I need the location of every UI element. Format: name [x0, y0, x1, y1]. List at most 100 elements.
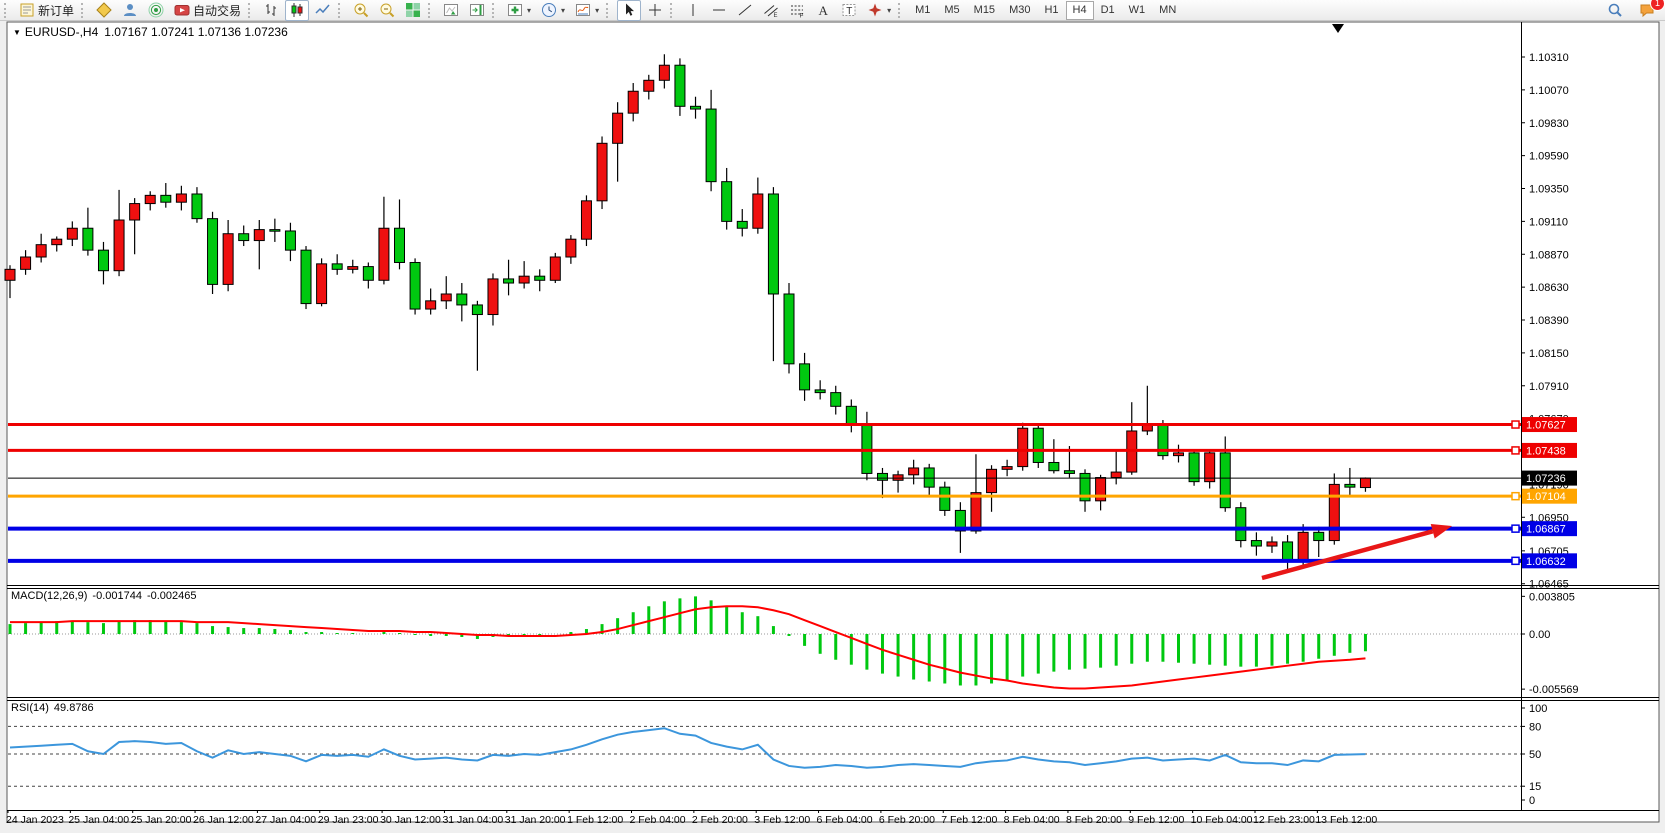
- price-tick-label: 1.09110: [1529, 216, 1568, 228]
- candle-body: [846, 406, 856, 425]
- tile-windows-button[interactable]: [401, 0, 425, 21]
- line-anchor-square[interactable]: [1512, 525, 1519, 532]
- market-watch-button[interactable]: [92, 0, 116, 21]
- candle-body: [254, 230, 264, 241]
- auto-scroll-button[interactable]: [439, 0, 463, 21]
- timeframe-m15-button[interactable]: M15: [967, 1, 1002, 20]
- shapes-icon: [867, 2, 883, 18]
- date-label: 8 Feb 04:00: [1004, 814, 1060, 826]
- rsi-name: RSI(14): [11, 702, 49, 714]
- candle-body: [98, 250, 108, 271]
- rsi-value: 49.8786: [54, 702, 94, 714]
- signals-button[interactable]: [144, 0, 168, 21]
- date-label: 2 Feb 20:00: [692, 814, 748, 826]
- toolbar-grip: [81, 3, 87, 18]
- timeframe-w1-button[interactable]: W1: [1122, 1, 1153, 20]
- indicators-button[interactable]: ▾: [503, 0, 535, 21]
- candle-body: [550, 257, 560, 280]
- timeframe-m5-button[interactable]: M5: [937, 1, 966, 20]
- candle-body: [535, 276, 545, 280]
- macd-name: MACD(12,26,9): [11, 590, 87, 602]
- candle-body: [441, 294, 451, 301]
- crosshair-button[interactable]: [643, 0, 667, 21]
- toolbar-grip: [898, 3, 904, 18]
- templates-button[interactable]: ▾: [571, 0, 603, 21]
- candle-body: [504, 279, 514, 283]
- rsi-tick-label: 15: [1529, 781, 1541, 793]
- date-label: 9 Feb 12:00: [1128, 814, 1184, 826]
- vertical-line-button[interactable]: [681, 0, 705, 21]
- zoom-out-button[interactable]: [375, 0, 399, 21]
- timeframe-mn-button[interactable]: MN: [1152, 1, 1183, 20]
- autotrading-icon: [174, 2, 190, 18]
- new-order-button-label: 新订单: [38, 2, 74, 19]
- chart-candles-button[interactable]: [285, 0, 309, 21]
- candle-body: [52, 239, 62, 244]
- zoom-in-button[interactable]: [349, 0, 373, 21]
- timeframe-h4-button[interactable]: H4: [1066, 1, 1094, 20]
- candle-body: [130, 204, 140, 220]
- line-anchor-square[interactable]: [1512, 557, 1519, 564]
- trendline-icon: [737, 2, 753, 18]
- cursor-icon: [621, 2, 637, 18]
- timeframe-m30-button[interactable]: M30: [1002, 1, 1037, 20]
- new-order-button[interactable]: 新订单: [15, 0, 78, 21]
- candle-body: [971, 493, 981, 531]
- notifications-button[interactable]: 1: [1635, 0, 1659, 21]
- profile-button[interactable]: [118, 0, 142, 21]
- chart-shift-button[interactable]: [465, 0, 489, 21]
- candle-body: [457, 294, 467, 305]
- timeframe-m1-button[interactable]: M1: [908, 1, 937, 20]
- cursor-button[interactable]: [617, 0, 641, 21]
- equidistant-channel-button[interactable]: E: [759, 0, 783, 21]
- line-anchor-square[interactable]: [1512, 421, 1519, 428]
- price-badge-label: 1.07438: [1526, 445, 1566, 457]
- candle-body: [363, 267, 373, 281]
- date-label: 31 Jan 04:00: [442, 814, 503, 826]
- candle-body: [753, 194, 763, 228]
- toolbar-grip: [4, 3, 10, 18]
- date-label: 25 Jan 04:00: [68, 814, 129, 826]
- date-label: 31 Jan 20:00: [505, 814, 566, 826]
- hline-icon: [711, 2, 727, 18]
- candle-body: [1049, 462, 1059, 470]
- horizontal-line-button[interactable]: [707, 0, 731, 21]
- chart-bars-button[interactable]: [259, 0, 283, 21]
- macd-signal-value: -0.002465: [147, 590, 197, 602]
- svg-text:A: A: [819, 3, 829, 18]
- candle-body: [644, 80, 654, 91]
- dropdown-caret-icon: ▾: [595, 6, 599, 15]
- search-button[interactable]: [1603, 0, 1627, 21]
- market-icon: [96, 2, 112, 18]
- trendline-button[interactable]: [733, 0, 757, 21]
- candle-body: [348, 267, 358, 270]
- date-label: 6 Feb 20:00: [879, 814, 935, 826]
- candle-body: [36, 245, 46, 257]
- zoom-in-icon: [353, 2, 369, 18]
- candle-body: [706, 109, 716, 182]
- chart-line-button[interactable]: [311, 0, 335, 21]
- price-tick-label: 1.08630: [1529, 282, 1569, 294]
- line-anchor-square[interactable]: [1512, 493, 1519, 500]
- bars-icon: [263, 2, 279, 18]
- periods-button[interactable]: ▾: [537, 0, 569, 21]
- text-button[interactable]: A: [811, 0, 835, 21]
- timeframe-h1-button[interactable]: H1: [1037, 1, 1065, 20]
- candle-body: [831, 393, 841, 407]
- toolbar-grip: [338, 3, 344, 18]
- chart-window: [7, 22, 1659, 822]
- line-anchor-square[interactable]: [1512, 447, 1519, 454]
- symbol-dropdown-icon[interactable]: ▼: [13, 28, 21, 37]
- toolbar-grip: [606, 3, 612, 18]
- candle-body: [768, 194, 778, 294]
- timeframe-d1-button[interactable]: D1: [1094, 1, 1122, 20]
- fibonacci-button[interactable]: F: [785, 0, 809, 21]
- candle-body: [270, 230, 280, 232]
- dropdown-caret-icon: ▾: [887, 6, 891, 15]
- svg-text:E: E: [774, 13, 778, 18]
- autotrading-button[interactable]: 自动交易: [170, 0, 245, 21]
- template-icon: [575, 2, 591, 18]
- arrows-button[interactable]: ▾: [863, 0, 895, 21]
- text-label-button[interactable]: T: [837, 0, 861, 21]
- candle-body: [161, 195, 171, 202]
